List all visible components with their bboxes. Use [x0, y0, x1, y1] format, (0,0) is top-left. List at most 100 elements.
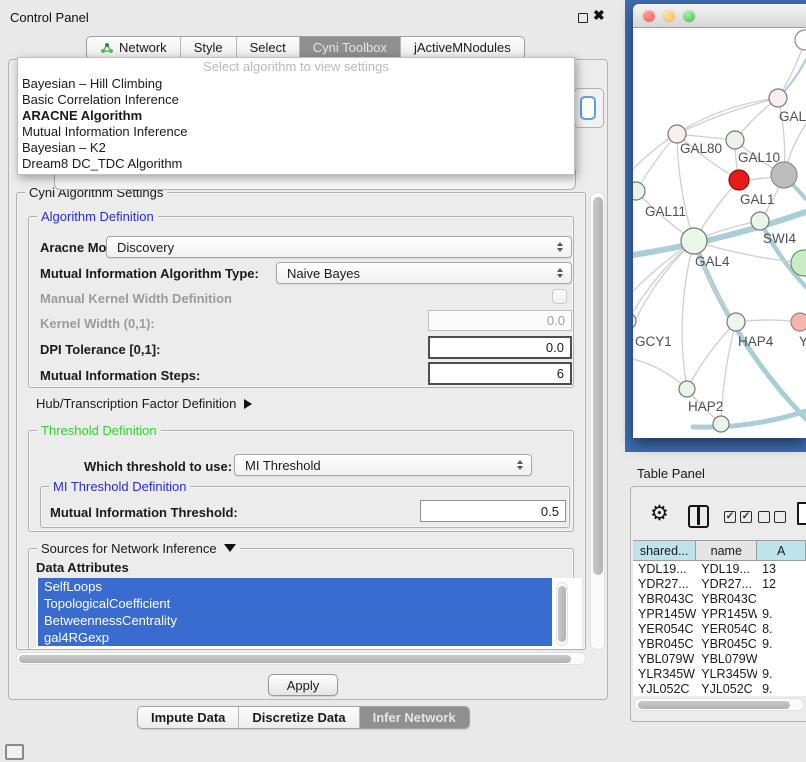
close-traffic-light-icon[interactable] — [643, 10, 655, 22]
table-row[interactable]: YDR27...YDR27...12 — [633, 576, 806, 591]
apply-button[interactable]: Apply — [268, 674, 338, 696]
gray-edge[interactable] — [736, 320, 800, 322]
table-row[interactable]: YBR043CYBR043C — [633, 591, 806, 606]
network-node-gray[interactable] — [771, 162, 797, 188]
mi-steps-field[interactable]: 6 — [428, 362, 572, 385]
expand-arrow-icon[interactable] — [244, 399, 252, 409]
network-node-salmon[interactable] — [791, 313, 806, 331]
network-window[interactable]: GAL7GAL80GAL10GAL1GAL11SWI4GAL4GCY1HAP4Y… — [633, 4, 806, 438]
table-column-header[interactable]: shared... — [633, 541, 696, 560]
tab-network[interactable]: Network — [87, 37, 181, 58]
network-node-GAL7[interactable] — [769, 89, 787, 107]
minimized-panel-icon[interactable] — [5, 744, 24, 760]
table-horizontal-scrollbar-thumb[interactable] — [638, 701, 790, 709]
network-node-bottom[interactable] — [713, 416, 729, 432]
tab-label: Discretize Data — [252, 710, 345, 725]
table-column-header[interactable]: A — [757, 541, 806, 560]
settings-vertical-scrollbar[interactable] — [590, 192, 605, 650]
network-canvas[interactable]: GAL7GAL80GAL10GAL1GAL11SWI4GAL4GCY1HAP4Y… — [633, 29, 806, 438]
kernel-width-field[interactable]: 0.0 — [428, 310, 572, 331]
manual-kernel-checkbox[interactable] — [552, 289, 567, 304]
tab-impute-data[interactable]: Impute Data — [138, 707, 239, 728]
hub-definition-toggle[interactable]: Hub/Transcription Factor Definition — [36, 396, 252, 411]
data-attribute-item[interactable]: SelfLoops — [38, 578, 552, 595]
network-node-SWI4[interactable] — [751, 212, 769, 230]
tab-select[interactable]: Select — [237, 37, 300, 58]
network-graph[interactable]: GAL7GAL80GAL10GAL1GAL11SWI4GAL4GCY1HAP4Y… — [633, 29, 806, 438]
network-node-HAP4[interactable] — [727, 313, 745, 331]
network-window-titlebar[interactable] — [633, 4, 806, 28]
algorithm-option[interactable]: Dream8 DC_TDC Algorithm — [18, 156, 574, 172]
zoom-traffic-light-icon[interactable] — [683, 10, 695, 22]
algorithm-option[interactable]: Bayesian – Hill Climbing — [18, 76, 574, 92]
algorithm-option[interactable]: Mutual Information Inference — [18, 124, 574, 140]
settings-vertical-scrollbar-thumb[interactable] — [593, 197, 603, 575]
tab-style[interactable]: Style — [181, 37, 237, 58]
network-node-GCY1[interactable] — [633, 313, 636, 329]
dpi-tolerance-field[interactable]: 0.0 — [428, 336, 572, 359]
tab-cyni-toolbox[interactable]: Cyni Toolbox — [300, 37, 401, 58]
table-column-header[interactable]: name — [696, 541, 757, 560]
network-node-GAL4[interactable] — [681, 228, 707, 254]
node-label-GAL80: GAL80 — [680, 141, 722, 156]
network-node-GAL10[interactable] — [726, 131, 744, 149]
table-cell: YDR27... — [633, 577, 696, 591]
table-row[interactable]: YER054CYER054C8. — [633, 621, 806, 636]
checked-box-icon: ✓ — [724, 511, 736, 523]
table-horizontal-scrollbar[interactable] — [634, 698, 804, 711]
manual-kernel-label: Manual Kernel Width Definition — [40, 291, 232, 306]
table-row[interactable]: YJL052CYJL052C9. — [633, 681, 806, 696]
tab-discretize-data[interactable]: Discretize Data — [239, 707, 359, 728]
network-node-top[interactable] — [795, 30, 806, 50]
float-window-icon[interactable] — [578, 13, 588, 23]
gray-edge[interactable] — [633, 359, 687, 389]
table-row[interactable]: YDL19...YDL19...13 — [633, 561, 806, 576]
data-attribute-item[interactable]: gal4RGexp — [38, 629, 552, 646]
network-node-GAL11[interactable] — [633, 182, 645, 200]
close-icon[interactable]: ✖ — [593, 7, 605, 24]
mi-threshold-label: Mutual Information Threshold: — [50, 505, 238, 520]
mi-type-select[interactable]: Naive Bayes — [276, 262, 572, 284]
gray-edge[interactable] — [677, 98, 778, 134]
attributes-scrollbar[interactable] — [556, 582, 568, 646]
network-node-HAP2[interactable] — [679, 381, 695, 397]
attributes-scrollbar-thumb[interactable] — [558, 586, 566, 642]
network-node-GAL1[interactable] — [729, 170, 749, 190]
tab-jactivemnodules[interactable]: jActiveMNodules — [401, 37, 524, 58]
minimize-traffic-light-icon[interactable] — [663, 10, 675, 22]
algorithm-option[interactable]: ARACNE Algorithm — [18, 108, 574, 124]
select-all-columns-icon[interactable]: ✓ ✓ — [724, 511, 752, 523]
table-row[interactable]: YBL079WYBL079W — [633, 651, 806, 666]
algorithm-option[interactable]: Bayesian – K2 — [18, 140, 574, 156]
settings-horizontal-scrollbar-thumb[interactable] — [19, 655, 571, 663]
document-icon[interactable] — [797, 502, 806, 525]
data-attribute-item[interactable]: BetweennessCentrality — [38, 612, 552, 629]
tab-infer-network[interactable]: Infer Network — [360, 707, 469, 728]
gear-icon[interactable]: ⚙ — [650, 503, 669, 524]
tab-label: Infer Network — [373, 710, 456, 725]
split-columns-icon[interactable] — [688, 505, 709, 528]
sources-group-title[interactable]: Sources for Network Inference — [37, 541, 240, 556]
deselect-all-columns-icon[interactable] — [758, 511, 786, 523]
node-table[interactable]: shared...nameA YDL19...YDL19...13YDR27..… — [633, 540, 806, 696]
aracne-mode-select[interactable]: Discovery — [106, 236, 572, 258]
table-cell: 8. — [757, 622, 806, 636]
algorithm-option[interactable]: Basic Correlation Inference — [18, 92, 574, 108]
data-attributes-label: Data Attributes — [36, 560, 129, 575]
gray-edge[interactable] — [636, 134, 677, 191]
table-cell: YBR043C — [696, 592, 757, 606]
data-attributes-list[interactable]: SelfLoopsTopologicalCoefficientBetweenne… — [36, 578, 582, 649]
mi-threshold-field[interactable]: 0.5 — [420, 500, 566, 522]
gray-edge[interactable] — [682, 241, 694, 389]
table-row[interactable]: YLR345WYLR345W9. — [633, 666, 806, 681]
table-row[interactable]: YBR045CYBR045C9. — [633, 636, 806, 651]
table-cell: YBL079W — [696, 652, 757, 666]
data-attribute-item[interactable]: TopologicalCoefficient — [38, 595, 552, 612]
collapse-arrow-icon[interactable] — [224, 544, 236, 552]
settings-horizontal-scrollbar[interactable] — [16, 652, 586, 665]
spinner-arrows-icon — [557, 268, 563, 278]
network-view-frame: GAL7GAL80GAL10GAL1GAL11SWI4GAL4GCY1HAP4Y… — [625, 0, 806, 452]
table-cell: YBR043C — [633, 592, 696, 606]
table-row[interactable]: YPR145WYPR145W9. — [633, 606, 806, 621]
which-threshold-select[interactable]: MI Threshold — [234, 454, 532, 476]
